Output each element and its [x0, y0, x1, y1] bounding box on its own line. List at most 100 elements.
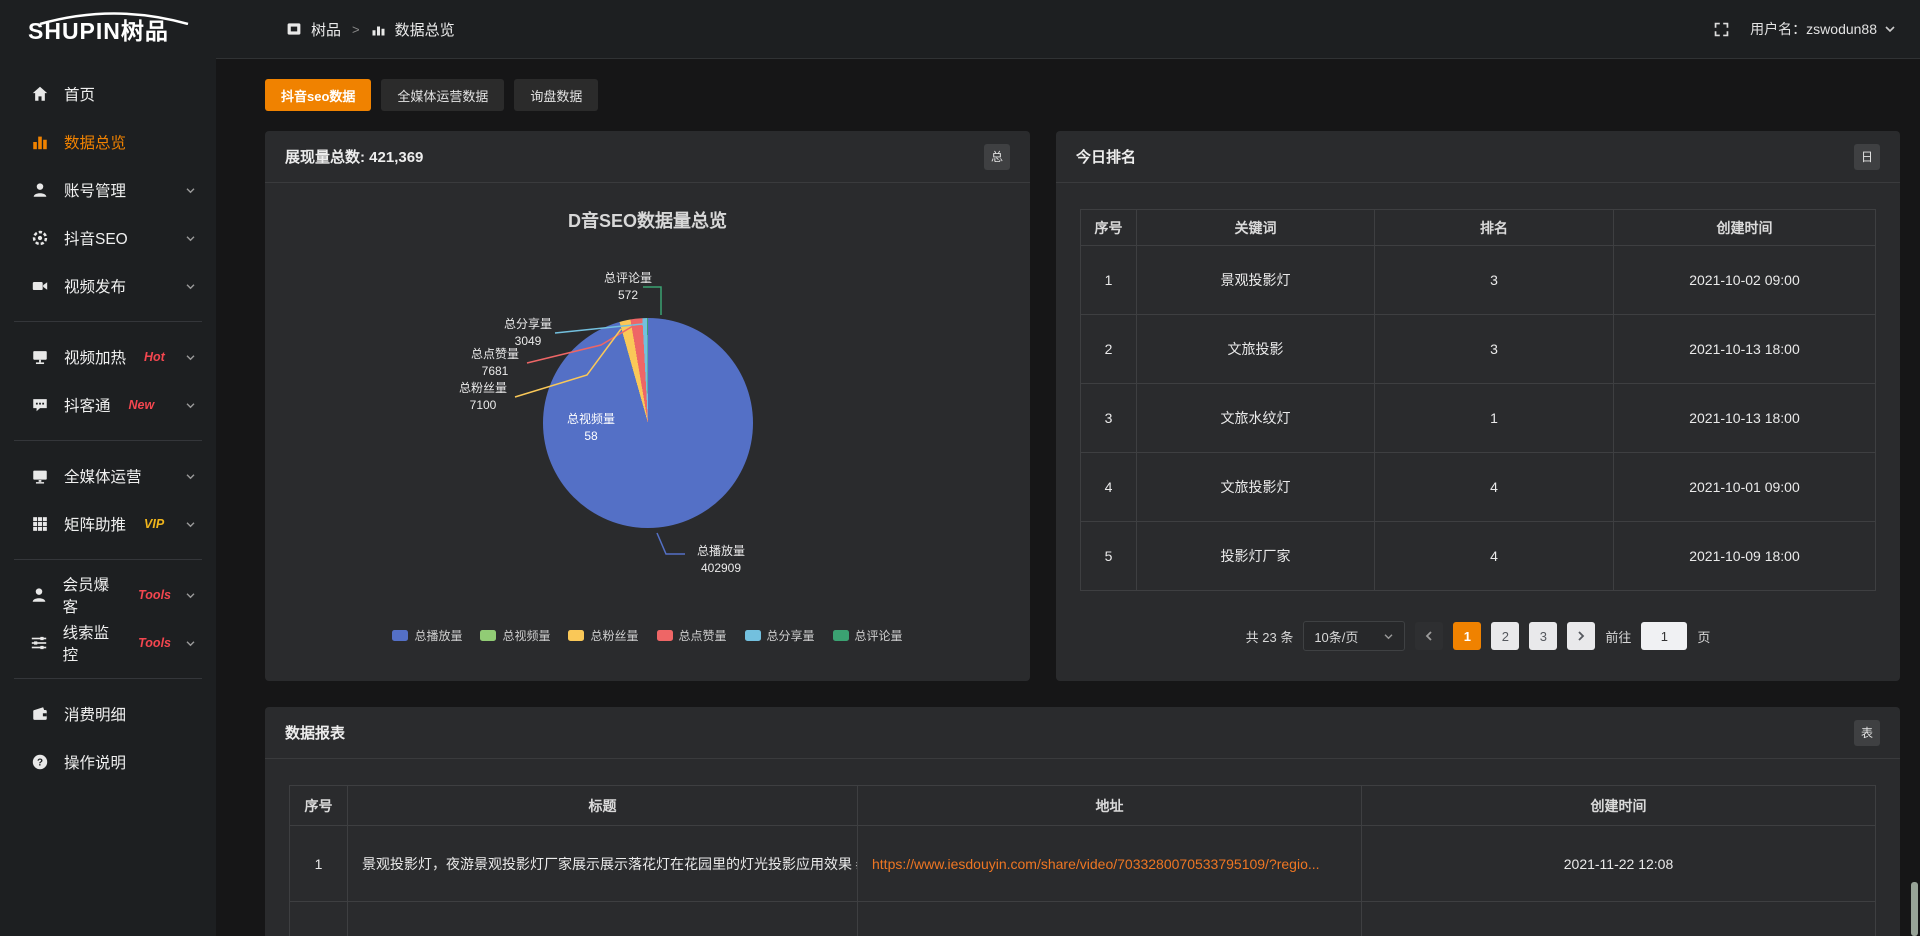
sidebar-item-video-heat[interactable]: 视频加热 Hot [0, 333, 216, 381]
pie-label-shares: 总分享量 3049 [488, 316, 568, 350]
sidebar-divider [14, 321, 202, 322]
sidebar-item-douyin-seo[interactable]: 抖音SEO [0, 214, 216, 262]
legend-swatch [833, 630, 849, 641]
legend-item[interactable]: 总分享量 [745, 627, 815, 644]
sidebar-item-doketong[interactable]: 抖客通 New [0, 381, 216, 429]
legend-item[interactable]: 总点赞量 [657, 627, 727, 644]
page-size-select[interactable]: 10条/页 [1303, 621, 1405, 651]
page-button-2[interactable]: 2 [1491, 622, 1519, 650]
sidebar-divider [14, 678, 202, 679]
page-scrollbar-thumb[interactable] [1911, 882, 1918, 936]
chevron-down-icon [185, 521, 196, 528]
sidebar-item-consumption[interactable]: 消费明细 [0, 690, 216, 738]
day-badge-button[interactable]: 日 [1854, 144, 1880, 170]
col-created: 创建时间 [1614, 210, 1876, 246]
chevron-down-icon [185, 354, 196, 361]
sidebar-divider [14, 440, 202, 441]
sidebar-item-matrix-boost[interactable]: 矩阵助推 VIP [0, 500, 216, 548]
goto-page-input[interactable] [1641, 622, 1687, 650]
sidebar-item-video-publish[interactable]: 视频发布 [0, 262, 216, 310]
table-row [290, 902, 1876, 936]
table-row: 3文旅水纹灯12021-10-13 18:00 [1081, 384, 1876, 453]
col-rank: 排名 [1375, 210, 1614, 246]
sidebar: 首页 数据总览 账号管理 抖音SEO 视频发布 视频加热 Hot [0, 58, 216, 936]
chevron-down-icon [185, 283, 196, 290]
report-url-link[interactable]: https://www.iesdouyin.com/share/video/70… [858, 826, 1362, 902]
pagination: 共 23 条 10条/页 1 2 3 前往 页 [1056, 621, 1900, 651]
chevron-down-icon [185, 640, 196, 647]
app-logo[interactable]: SHUPIN树品 [0, 12, 216, 46]
wallet-icon [30, 704, 50, 724]
tab-all-media-data[interactable]: 全媒体运营数据 [381, 79, 504, 111]
grid-icon [30, 514, 50, 534]
breadcrumb: 树品 > 数据总览 [286, 19, 455, 40]
chevron-down-icon [185, 235, 196, 242]
overview-panel-header: 展现量总数: 421,369 总 [265, 131, 1030, 183]
video-camera-icon [30, 276, 50, 296]
prev-page-button[interactable] [1415, 622, 1443, 650]
user-icon [30, 180, 50, 200]
home-icon [30, 84, 50, 104]
page-button-1[interactable]: 1 [1453, 622, 1481, 650]
col-created: 创建时间 [1362, 786, 1876, 826]
sidebar-item-member-burst[interactable]: 会员爆客 Tools [0, 571, 216, 619]
main-content: 抖音seo数据 全媒体运营数据 询盘数据 展现量总数: 421,369 总 D音… [216, 58, 1920, 936]
tools-tag: Tools [138, 636, 171, 650]
table-row: 5投影灯厂家42021-10-09 18:00 [1081, 522, 1876, 591]
pie-label-plays: 总播放量 402909 [673, 543, 769, 577]
chart-legend: 总播放量 总视频量 总粉丝量 总点赞量 总分享量 总评论量 [265, 627, 1030, 644]
tab-douyin-seo-data[interactable]: 抖音seo数据 [265, 79, 371, 111]
tab-inquiry-data[interactable]: 询盘数据 [514, 79, 598, 111]
chevron-right-icon [1577, 630, 1585, 642]
header-right: 用户名：zswodun88 [1713, 19, 1920, 39]
breadcrumb-root-icon [286, 21, 302, 37]
report-panel-header: 数据报表 表 [265, 707, 1900, 759]
legend-item[interactable]: 总粉丝量 [568, 627, 638, 644]
gear-icon [30, 228, 50, 248]
bar-chart-icon [30, 132, 50, 152]
new-tag: New [129, 398, 155, 412]
report-title: 数据报表 [285, 722, 345, 743]
legend-swatch [568, 630, 584, 641]
goto-label: 前往 [1605, 627, 1631, 646]
chevron-down-icon [1884, 25, 1896, 33]
ranking-table: 序号 关键词 排名 创建时间 1景观投影灯32021-10-02 09:00 2… [1080, 209, 1876, 591]
sidebar-item-all-media[interactable]: 全媒体运营 [0, 452, 216, 500]
next-page-button[interactable] [1567, 622, 1595, 650]
sidebar-item-account[interactable]: 账号管理 [0, 166, 216, 214]
sidebar-item-home[interactable]: 首页 [0, 70, 216, 118]
sidebar-item-clue-monitor[interactable]: 线索监控 Tools [0, 619, 216, 667]
report-title-cell: 景观投影灯，夜游景观投影灯厂家展示展示落花灯在花园里的灯光投影应用效果 # [348, 826, 858, 902]
table-header-row: 序号 标题 地址 创建时间 [290, 786, 1876, 826]
col-index: 序号 [1081, 210, 1137, 246]
breadcrumb-root[interactable]: 树品 [311, 19, 341, 40]
user-label: 用户名：zswodun88 [1750, 19, 1877, 39]
table-row: 1景观投影灯32021-10-02 09:00 [1081, 246, 1876, 315]
question-circle-icon: ? [30, 752, 50, 772]
page-button-3[interactable]: 3 [1529, 622, 1557, 650]
total-badge-button[interactable]: 总 [984, 144, 1010, 170]
pie-leader-lines [265, 183, 1030, 673]
fullscreen-icon[interactable] [1713, 21, 1730, 38]
goto-unit: 页 [1697, 627, 1710, 646]
data-tabs: 抖音seo数据 全媒体运营数据 询盘数据 [265, 79, 1900, 111]
pie-chart: D音SEO数据量总览 总评论量 572 总分享量 3049 [265, 183, 1030, 673]
sidebar-item-data-overview[interactable]: 数据总览 [0, 118, 216, 166]
table-row: 4文旅投影灯42021-10-01 09:00 [1081, 453, 1876, 522]
logo-arc [34, 11, 194, 25]
user-menu[interactable]: 用户名：zswodun88 [1750, 19, 1896, 39]
legend-swatch [480, 630, 496, 641]
overview-total: 展现量总数: 421,369 [285, 146, 423, 167]
legend-item[interactable]: 总播放量 [392, 627, 462, 644]
sliders-icon [30, 633, 49, 653]
table-badge-button[interactable]: 表 [1854, 720, 1880, 746]
legend-item[interactable]: 总评论量 [833, 627, 903, 644]
ranking-panel-header: 今日排名 日 [1056, 131, 1900, 183]
legend-item[interactable]: 总视频量 [480, 627, 550, 644]
total-count: 共 23 条 [1246, 627, 1294, 646]
sidebar-item-instructions[interactable]: ? 操作说明 [0, 738, 216, 786]
data-report-panel: 数据报表 表 序号 标题 地址 创建时间 1 景观投影灯，夜游景观投影灯厂家展示… [265, 707, 1900, 936]
pie-label-fans: 总粉丝量 7100 [443, 380, 523, 414]
vip-tag: VIP [144, 517, 164, 531]
legend-swatch [392, 630, 408, 641]
